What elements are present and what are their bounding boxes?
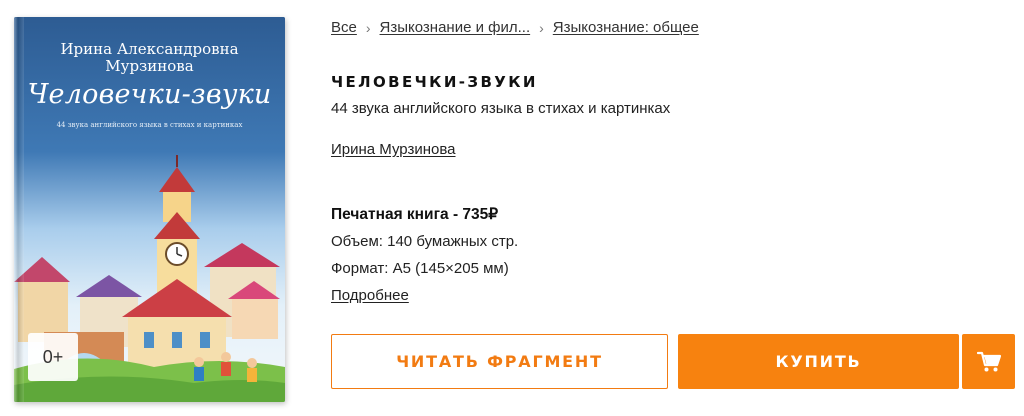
cover-title: Человечки-звуки — [27, 79, 272, 110]
author-link[interactable]: Ирина Мурзинова — [331, 141, 456, 158]
book-cover[interactable]: Ирина Александровна Мурзинова Человечки-… — [14, 17, 285, 402]
page-count: Объем: 140 бумажных стр. — [331, 233, 519, 250]
more-details-link[interactable]: Подробнее — [331, 287, 409, 304]
cover-subtitle: 44 звука английского языка в стихах и ка… — [56, 121, 243, 129]
breadcrumb-item-linguistics[interactable]: Языкознание и фил... — [380, 19, 531, 36]
print-price: Печатная книга - 735₽ — [331, 206, 499, 223]
breadcrumb-item-all[interactable]: Все — [331, 19, 357, 36]
cover-author: Ирина Александровна Мурзинова — [60, 40, 239, 75]
breadcrumb: Все › Языкознание и фил... › Языкознание… — [331, 19, 699, 36]
buy-button[interactable]: КУПИТЬ — [678, 334, 959, 389]
cart-icon — [976, 351, 1001, 371]
book-subtitle: 44 звука английского языка в стихах и ка… — [331, 100, 671, 117]
book-title: ЧЕЛОВЕЧКИ-ЗВУКИ — [331, 73, 538, 91]
read-fragment-button[interactable]: ЧИТАТЬ ФРАГМЕНТ — [331, 334, 668, 389]
cover-spine — [14, 17, 24, 402]
add-to-cart-button[interactable] — [962, 334, 1015, 389]
book-format: Формат: A5 (145×205 мм) — [331, 260, 509, 277]
breadcrumb-item-general-linguistics[interactable]: Языкознание: общее — [553, 19, 699, 36]
breadcrumb-separator: › — [539, 19, 544, 36]
age-rating-badge: 0+ — [28, 333, 78, 381]
breadcrumb-separator: › — [365, 19, 371, 36]
